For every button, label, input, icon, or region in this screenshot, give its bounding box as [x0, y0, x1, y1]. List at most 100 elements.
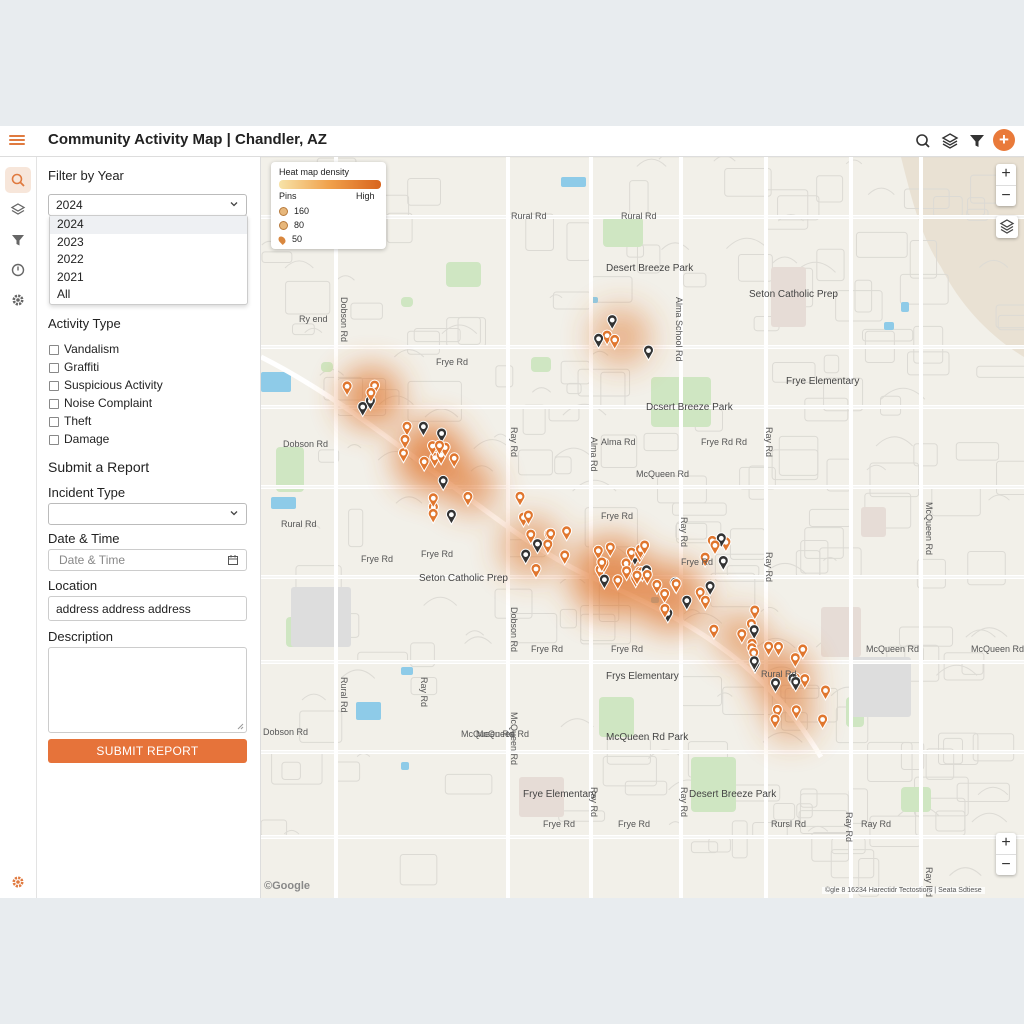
place-label: Seton Catholic Prep [749, 289, 838, 300]
hamburger-menu-icon[interactable] [9, 133, 25, 147]
year-option[interactable]: 2021 [50, 269, 247, 287]
checkbox-box[interactable] [49, 344, 59, 355]
building-area [851, 657, 911, 717]
pin-center [533, 566, 539, 572]
submit-report-button[interactable]: SUBMIT REPORT [48, 739, 247, 763]
year-option[interactable]: 2022 [50, 251, 247, 269]
year-select[interactable]: 2024 [48, 194, 247, 216]
rail-search-button[interactable] [5, 167, 31, 193]
calendar-icon[interactable] [227, 554, 239, 566]
checkbox-vandalism[interactable]: Vandalism [49, 342, 119, 356]
layers-icon [10, 203, 26, 215]
checkbox-box[interactable] [49, 380, 59, 391]
road-label: Frye Rd [361, 554, 393, 564]
legend-pin-count: 80 [294, 220, 305, 230]
park-area [401, 297, 413, 307]
pin-center [823, 688, 828, 693]
road-label: Rural Rd [511, 211, 547, 221]
checkbox-box[interactable] [49, 398, 59, 409]
road-label: Dobson Rd [283, 439, 328, 449]
road-label: Ray Rd [679, 517, 689, 547]
year-select-value: 2024 [56, 198, 83, 212]
road-label: Ray Rd [419, 677, 429, 707]
checkbox-label: Graffiti [64, 360, 100, 374]
road-label: Frye Rd [618, 819, 650, 829]
pin-icon [277, 234, 287, 245]
place-label: McQueen Rd Park [606, 732, 689, 743]
campus-area [861, 507, 886, 537]
checkbox-box[interactable] [49, 416, 59, 427]
checkbox-damage[interactable]: Damage [49, 432, 109, 446]
road-label: Frye Rd [601, 511, 633, 521]
pin-center [654, 582, 660, 588]
pin-center [562, 553, 568, 558]
year-option[interactable]: All [50, 286, 247, 304]
location-value: address address address [56, 602, 191, 616]
road-label: Rursl Rd [771, 819, 806, 829]
rail-filter-button[interactable] [5, 227, 31, 253]
pin-center [440, 478, 446, 484]
checkbox-graffiti[interactable]: Graffiti [49, 360, 99, 374]
pin-center [624, 568, 629, 574]
pin-center [402, 437, 408, 443]
road-label: Frye Rd [436, 357, 468, 367]
road-label: Ray Rd [844, 812, 854, 842]
pin-center [707, 583, 713, 589]
date-time-field[interactable]: Date & Time [48, 549, 247, 571]
pin-center [368, 390, 374, 396]
map-attribution[interactable]: ©gle 8 16234 Harectidr Tectostiors | Sea… [822, 887, 985, 894]
year-option[interactable]: 2023 [50, 234, 247, 252]
pin-center [718, 535, 724, 541]
zoom-in-button[interactable]: + [996, 164, 1016, 185]
incident-type-select[interactable] [48, 503, 247, 525]
place-label: Dcsert Breeze Park [646, 402, 734, 413]
description-field[interactable] [48, 647, 247, 733]
legend-pin-row: 160 [279, 206, 309, 217]
road-label: Alma Rd [589, 437, 599, 472]
road-label: Alma Rd [601, 437, 636, 447]
legend-pin-count: 50 [292, 234, 303, 244]
pin-center [739, 631, 745, 637]
gear-icon [12, 876, 24, 888]
location-field[interactable]: address address address [48, 596, 247, 621]
park-area [531, 357, 551, 372]
checkbox-box[interactable] [49, 434, 59, 445]
rail-history-button[interactable] [5, 257, 31, 283]
pin-center [545, 542, 551, 547]
checkbox-box[interactable] [49, 362, 59, 373]
rail-layers-button[interactable] [5, 197, 31, 223]
resize-handle-icon[interactable] [237, 723, 244, 730]
checkbox-theft[interactable]: Theft [49, 414, 91, 428]
checkbox-suspicious-activity[interactable]: Suspicious Activity [49, 378, 163, 392]
pin-icon [279, 207, 288, 217]
pin-center [776, 644, 781, 650]
place-label: Frys Elementary [606, 671, 679, 682]
water-body [901, 302, 909, 312]
place-label: Seton Catholic Prep [419, 573, 508, 584]
add-report-button[interactable]: + [993, 129, 1015, 151]
zoom-out-button[interactable]: − [996, 854, 1016, 876]
layers-icon[interactable] [940, 131, 960, 151]
map-layers-button[interactable] [996, 216, 1018, 238]
search-icon[interactable] [913, 131, 933, 151]
place-label: Desert Breeze Park [689, 789, 777, 800]
place-label: Frye Elementary [786, 376, 859, 387]
pin-center [646, 348, 651, 353]
filter-icon[interactable] [967, 131, 987, 151]
place-label: Frye Elementary [523, 789, 596, 800]
park-area [691, 757, 736, 812]
pin-center [615, 577, 621, 583]
map-svg[interactable]: Rural Rd Rural Rd Dobson Rd Alma School Rd R… [261, 157, 1024, 898]
rail-bottom-settings-button[interactable] [5, 869, 31, 895]
page-title: Community Activity Map | Chandler, AZ [48, 131, 327, 148]
year-dropdown: 2024 2023 2022 2021 All [49, 215, 248, 305]
pin-center [612, 337, 618, 343]
checkbox-label: Theft [64, 414, 92, 428]
legend-pins-label: Pins [279, 191, 297, 201]
map-canvas[interactable]: Rural Rd Rural Rd Dobson Rd Alma School Rd R… [261, 157, 1024, 898]
year-option[interactable]: 2024 [50, 216, 247, 234]
rail-settings-button[interactable] [5, 287, 31, 313]
zoom-out-button[interactable]: − [996, 185, 1016, 207]
zoom-in-button[interactable]: + [996, 833, 1016, 854]
checkbox-noise-complaint[interactable]: Noise Complaint [49, 396, 152, 410]
